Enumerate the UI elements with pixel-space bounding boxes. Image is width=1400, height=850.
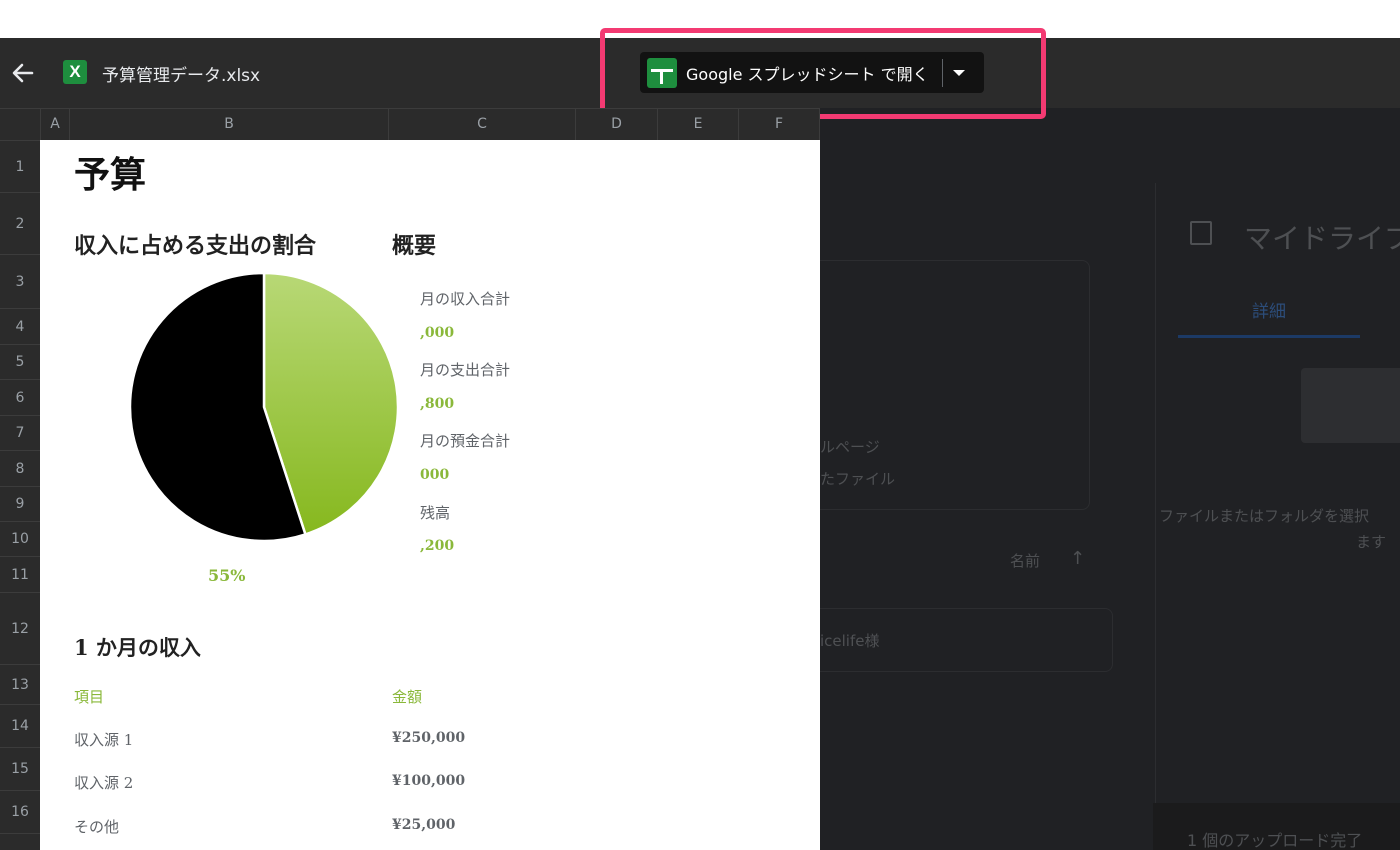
summary-value: 000 — [420, 467, 450, 483]
bg-user-text: icelife様 — [820, 632, 880, 650]
column-header-B[interactable]: B — [69, 109, 388, 140]
summary-label: 月の支出合計 — [420, 361, 511, 379]
row-header[interactable]: 14 — [0, 704, 40, 747]
row-header[interactable]: 7 — [0, 415, 40, 450]
row-header[interactable]: 8 — [0, 450, 40, 486]
income-row-item: 収入源 1 — [74, 731, 134, 749]
excel-file-icon: X — [63, 60, 87, 84]
summary-value: ,000 — [420, 325, 455, 341]
summary-value: ,800 — [420, 396, 455, 412]
summary-label: 月の預金合計 — [420, 432, 511, 450]
income-header-item: 項目 — [74, 688, 105, 706]
row-header[interactable]: 10 — [0, 521, 40, 556]
open-with-group: Google スプレッドシート で開く — [640, 52, 984, 93]
row-header[interactable]: 3 — [0, 254, 40, 308]
summary-label: 月の収入合計 — [420, 290, 511, 308]
sort-arrow-icon[interactable]: ↑ — [1070, 548, 1085, 569]
row-header[interactable]: 5 — [0, 344, 40, 379]
comment-placeholder-icon — [1301, 368, 1400, 443]
select-hint: ファイルまたはフォルダを選択 — [1159, 507, 1370, 525]
column-header-F[interactable]: F — [738, 109, 820, 140]
details-tab[interactable]: 詳細 — [1252, 297, 1286, 322]
mydrive-title: マイドライブ — [1244, 222, 1400, 255]
row-header[interactable]: 1 — [0, 140, 40, 192]
open-with-dropdown-button[interactable] — [943, 52, 975, 93]
row-header[interactable]: 12 — [0, 592, 40, 664]
google-sheets-icon — [647, 57, 677, 88]
income-row-amount: ¥25,000 — [392, 817, 456, 833]
row-header[interactable]: 4 — [0, 308, 40, 344]
viewer-toolbar: X 予算管理データ.xlsx Google スプレッドシート で開く — [0, 38, 1400, 108]
open-in-sheets-button[interactable]: Google スプレッドシート で開く — [686, 61, 942, 85]
file-name: 予算管理データ.xlsx — [102, 66, 261, 86]
row-header[interactable]: 13 — [0, 664, 40, 704]
back-button[interactable] — [8, 58, 38, 88]
row-header — [0, 833, 40, 850]
row-header[interactable]: 16 — [0, 790, 40, 833]
sheet-title: 予算 — [74, 154, 147, 196]
income-row-amount: ¥250,000 — [392, 730, 466, 746]
summary-label: 残高 — [420, 504, 451, 522]
chart-title: 収入に占める支出の割合 — [74, 233, 317, 259]
income-row-item: その他 — [74, 818, 120, 836]
column-header-A[interactable]: A — [40, 109, 69, 140]
income-header-amount: 金額 — [392, 688, 423, 706]
select-hint-2: ます — [1356, 533, 1387, 551]
row-header[interactable]: 15 — [0, 747, 40, 790]
bg-file-text: たファイル — [820, 470, 896, 488]
details-tab-underline — [1178, 335, 1360, 338]
row-header[interactable]: 11 — [0, 556, 40, 592]
income-row-item: 収入源 2 — [74, 774, 134, 792]
row-header[interactable]: 6 — [0, 379, 40, 415]
back-arrow-icon — [12, 63, 34, 83]
row-header[interactable]: 2 — [0, 192, 40, 254]
row-header-bar: 1 2 3 4 5 6 7 8 9 10 11 12 13 14 15 16 — [0, 140, 40, 850]
pie-percentage-label: 55% — [208, 566, 246, 585]
column-header-C[interactable]: C — [388, 109, 575, 140]
dropdown-arrow-icon — [953, 69, 965, 76]
row-header[interactable]: 9 — [0, 486, 40, 521]
side-panel: マイドライブ 詳細 ファイルまたはフォルダを選択 ます — [1155, 183, 1400, 850]
summary-value: ,200 — [420, 538, 455, 554]
summary-title: 概要 — [392, 233, 437, 259]
column-header-D[interactable]: D — [575, 109, 657, 140]
column-header-E[interactable]: E — [657, 109, 738, 140]
bg-page-text: ルページ — [820, 438, 880, 456]
spreadsheet-preview: 予算 収入に占める支出の割合 概要 55% 月の収入合計 ,000 月の支出合計… — [40, 140, 820, 850]
expense-ratio-pie-chart — [128, 271, 400, 543]
drive-panel-icon — [1190, 221, 1212, 245]
income-row-amount: ¥100,000 — [392, 773, 466, 789]
income-section-title: 1 か月の収入 — [74, 635, 201, 660]
upload-toast: 1 個のアップロード完了 — [1153, 803, 1400, 850]
upload-status: 1 個のアップロード完了 — [1187, 831, 1363, 850]
name-sort-label[interactable]: 名前 — [1010, 550, 1040, 571]
column-header-bar: A B C D E F — [0, 108, 820, 140]
